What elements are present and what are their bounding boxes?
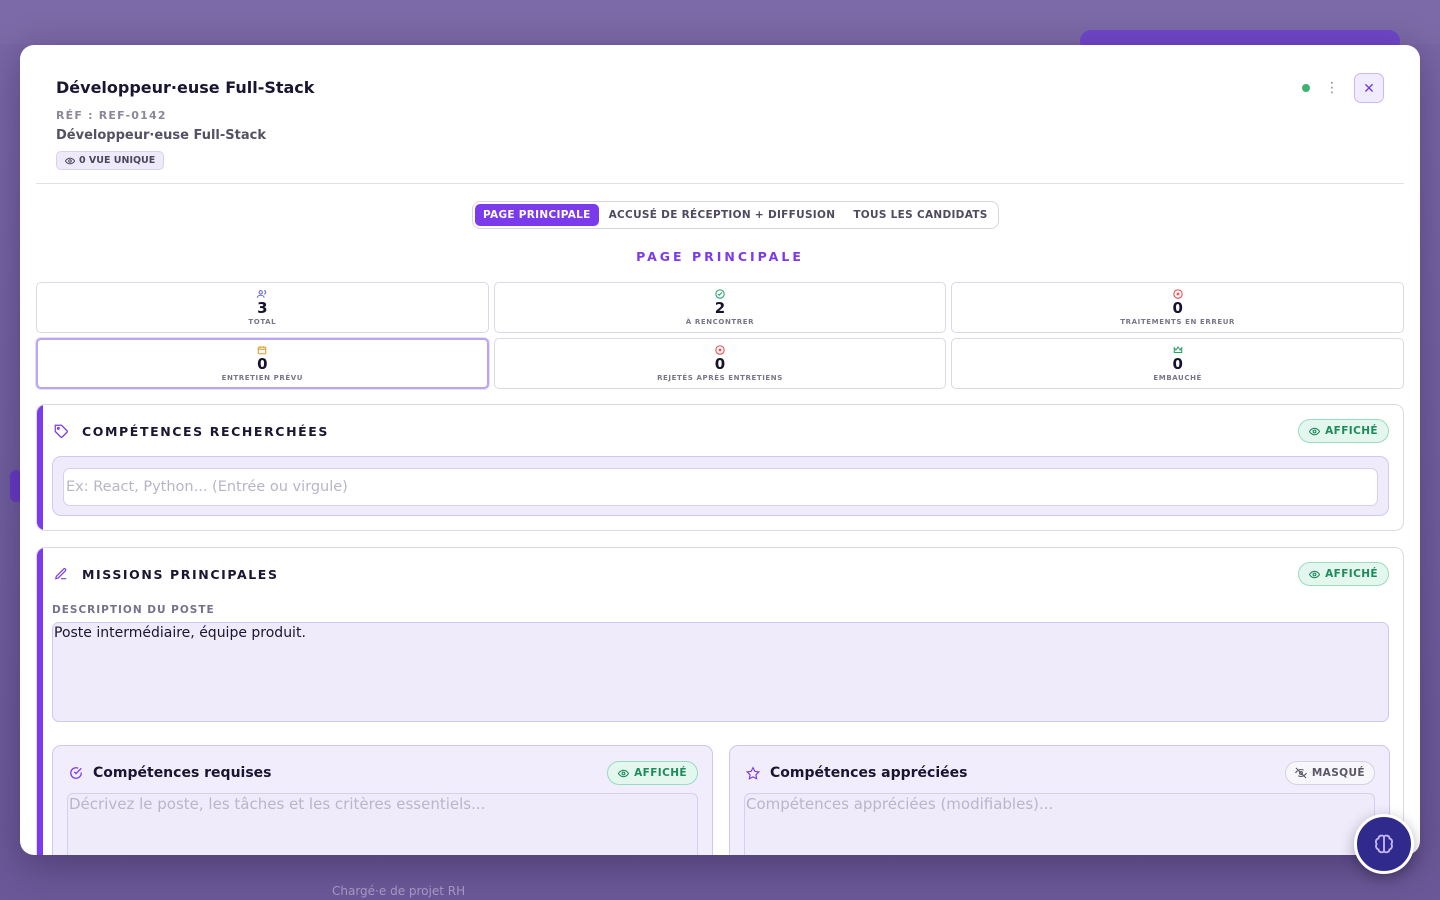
skills-card-header: COMPÉTENCES RECHERCHÉES AFFICHÉ: [53, 418, 1389, 444]
tab-page-principale[interactable]: PAGE PRINCIPALE: [475, 204, 599, 226]
pencil-icon: [53, 566, 69, 582]
eye-icon: [618, 769, 630, 777]
stat-label: ENTRETIEN PRÉVU: [221, 374, 304, 382]
stat-rejetes[interactable]: 0 REJETÉS APRÈS ENTRETIENS: [493, 338, 947, 389]
more-options-icon[interactable]: ⋮: [1324, 77, 1340, 99]
stat-value: 2: [714, 299, 726, 317]
job-subtitle: Développeur·euse Full-Stack: [56, 128, 266, 143]
required-skills-title: Compétences requises: [93, 765, 272, 781]
missions-card: MISSIONS PRINCIPALES AFFICHÉ DESCRIPTION…: [36, 547, 1404, 855]
stat-value: 0: [714, 355, 726, 373]
eye-off-icon: [1294, 767, 1307, 779]
tag-icon: [53, 423, 69, 439]
missions-card-title: MISSIONS PRINCIPALES: [82, 566, 279, 582]
required-skills-textarea[interactable]: [67, 793, 698, 855]
skills-input[interactable]: [63, 468, 1378, 506]
tab-bar: PAGE PRINCIPALE ACCUSÉ DE RÉCEPTION + DI…: [472, 201, 999, 229]
skills-input-box: [52, 456, 1389, 516]
tab-accuse-reception[interactable]: ACCUSÉ DE RÉCEPTION + DIFFUSION: [601, 204, 844, 226]
tab-tous-candidats[interactable]: TOUS LES CANDIDATS: [845, 204, 995, 226]
preferred-skills-title: Compétences appréciées: [770, 765, 968, 781]
views-count: 0 VUE UNIQUE: [79, 155, 156, 166]
check-circle-icon: [69, 766, 83, 780]
eye-icon: [65, 157, 75, 164]
visibility-toggle[interactable]: AFFICHÉ: [607, 761, 698, 785]
brain-icon: [1375, 834, 1393, 854]
job-title: Développeur·euse Full-Stack: [56, 78, 315, 97]
stat-traitements-erreur[interactable]: 0 TRAITEMENTS EN ERREUR: [951, 282, 1404, 333]
stat-value: 3: [257, 299, 268, 317]
visibility-label: AFFICHÉ: [1325, 425, 1378, 437]
section-title: PAGE PRINCIPALE: [636, 249, 804, 264]
required-skills-header: Compétences requises AFFICHÉ: [69, 760, 698, 786]
stat-value: 0: [1172, 355, 1183, 373]
star-icon: [746, 765, 760, 780]
visibility-toggle[interactable]: AFFICHÉ: [1298, 419, 1389, 443]
x-circle-icon: [715, 345, 725, 355]
stat-value: 0: [257, 355, 268, 373]
crown-icon: [1173, 345, 1183, 355]
close-button[interactable]: ✕: [1354, 73, 1384, 103]
eye-icon: [1309, 427, 1321, 435]
modal-header: Développeur·euse Full-Stack RÉF : REF-01…: [56, 73, 1384, 185]
visibility-toggle[interactable]: AFFICHÉ: [1298, 562, 1389, 586]
stat-value: 0: [1172, 299, 1183, 317]
stat-label: EMBAUCHÉ: [1153, 374, 1202, 382]
status-dot: [1302, 84, 1310, 92]
stat-label: À RENCONTRER: [685, 318, 755, 326]
job-detail-modal: Développeur·euse Full-Stack RÉF : REF-01…: [20, 45, 1420, 855]
stats-grid: 3 TOTAL 2 À RENCONTRER 0 TRAITEMENTS EN …: [36, 282, 1404, 389]
job-reference: RÉF : REF-0142: [56, 109, 167, 122]
required-skills-panel: Compétences requises AFFICHÉ: [52, 745, 713, 855]
check-circle-icon: [715, 289, 725, 299]
assistant-fab-button[interactable]: [1354, 814, 1414, 874]
stat-label: TRAITEMENTS EN ERREUR: [1120, 318, 1235, 326]
visibility-label: AFFICHÉ: [634, 767, 687, 779]
stat-total[interactable]: 3 TOTAL: [36, 282, 489, 333]
missions-card-header: MISSIONS PRINCIPALES AFFICHÉ: [53, 561, 1389, 587]
preferred-skills-textarea[interactable]: [744, 793, 1375, 855]
preferred-skills-panel: Compétences appréciées MASQUÉ: [729, 745, 1390, 855]
header-actions: ⋮ ✕: [1302, 73, 1384, 103]
stat-a-rencontrer[interactable]: 2 À RENCONTRER: [493, 282, 947, 333]
views-badge: 0 VUE UNIQUE: [56, 151, 165, 170]
visibility-toggle[interactable]: MASQUÉ: [1284, 761, 1375, 785]
stat-entretien-prevu[interactable]: 0 ENTRETIEN PRÉVU: [36, 338, 489, 389]
description-textarea[interactable]: Poste intermédiaire, équipe produit.: [52, 622, 1389, 722]
preferred-skills-header: Compétences appréciées MASQUÉ: [746, 760, 1375, 786]
eye-icon: [1309, 570, 1321, 578]
description-label: DESCRIPTION DU POSTE: [52, 604, 215, 616]
skills-card: COMPÉTENCES RECHERCHÉES AFFICHÉ: [36, 404, 1404, 531]
backdrop-text: Chargé·e de projet RH: [332, 884, 466, 898]
users-icon: [257, 289, 267, 299]
calendar-icon: [257, 345, 267, 355]
stat-label: TOTAL: [248, 318, 277, 326]
visibility-label: AFFICHÉ: [1325, 568, 1378, 580]
x-circle-icon: [1172, 289, 1183, 299]
visibility-label: MASQUÉ: [1311, 767, 1365, 779]
skills-card-title: COMPÉTENCES RECHERCHÉES: [82, 423, 330, 439]
header-divider: [36, 183, 1404, 184]
stat-label: REJETÉS APRÈS ENTRETIENS: [657, 374, 783, 382]
stat-embauche[interactable]: 0 EMBAUCHÉ: [951, 338, 1404, 389]
